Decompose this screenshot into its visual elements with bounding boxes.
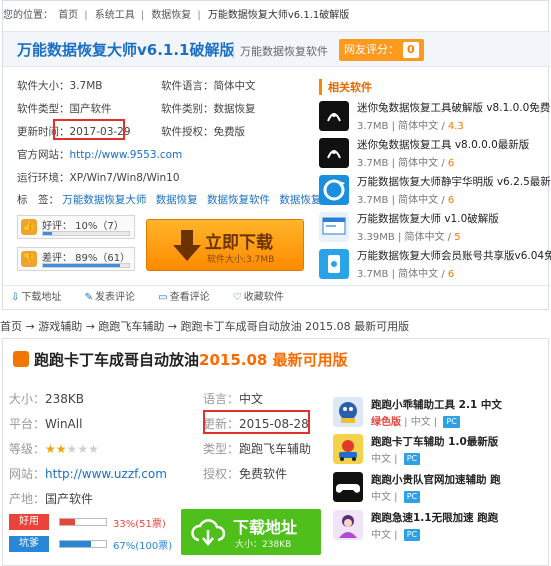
info-website: 官方网站：http://www.9553.com	[17, 149, 183, 161]
thumbs-down-icon: 👎	[21, 251, 37, 267]
action-bar: ⇩ 下载地址 ✎ 发表评论 ▭ 查看评论 ♡ 收藏软件	[3, 285, 550, 309]
comment-icon: ✎	[84, 292, 93, 303]
bad-vote-bar	[42, 263, 130, 268]
related-item[interactable]: 万能数据恢复大师静宇华明版 v6.2.5最新 3.7MB | 简体中文 / 6	[319, 174, 551, 208]
thumbs-up-icon: 👍	[21, 219, 37, 235]
breadcrumb-data-recovery[interactable]: 数据恢复	[151, 10, 191, 21]
good-vote-bar	[59, 518, 107, 526]
kart-game-icon	[333, 434, 363, 464]
download-icon: ⇩	[11, 292, 20, 303]
star-empty-icon: ★	[66, 442, 78, 456]
software-detail-panel-2: 跑跑卡丁车成哥自动放油2015.08 最新可用版 大小：238KB 语言：中文 …	[2, 338, 549, 566]
bad-vote-button[interactable]: 坑爹 67%(100票)	[9, 536, 179, 552]
breadcrumb-prefix: 您的位置：	[3, 10, 53, 21]
game-character-icon	[333, 397, 363, 427]
star-filled-icon: ★	[55, 442, 67, 456]
title-bar: 万能数据恢复大师v6.1.1破解版 万能数据恢复软件 网友评分： 0	[3, 31, 550, 67]
star-rating: ★★★★★	[45, 442, 99, 456]
good-vote-label: 好评： 10%（7）	[42, 221, 124, 232]
app-logo-icon	[319, 138, 349, 168]
view-comments-link[interactable]: ▭ 查看评论	[158, 292, 219, 303]
score-label: 网友评分：	[344, 43, 399, 56]
star-empty-icon: ★	[88, 442, 99, 456]
breadcrumb: 您的位置： 首页 | 系统工具 | 数据恢复 | 万能数据恢复大师v6.1.1破解版	[3, 10, 350, 21]
related-item[interactable]: 万能数据恢复大师 v1.0破解版 3.39MB | 简体中文 / 5	[319, 211, 549, 245]
breadcrumb-home[interactable]: 首页	[58, 10, 78, 21]
bad-vote-bar	[59, 540, 107, 548]
related-item[interactable]: 迷你兔数据恢复工具 v8.0.0.0最新版 3.7MB | 简体中文 / 6	[319, 137, 549, 171]
related-item[interactable]: 万能数据恢复大师会员账号共享版v6.04免 3.7MB | 简体中文 / 6	[319, 248, 551, 282]
bad-pct: 67%(100票)	[113, 541, 173, 552]
info-license: 授权：免费软件	[203, 467, 288, 481]
page-title: 万能数据恢复大师v6.1.1破解版	[17, 41, 235, 59]
download-size-label: 大小：238KB	[235, 540, 292, 550]
download-icon	[13, 351, 29, 367]
breadcrumb-system-tools[interactable]: 系统工具	[95, 10, 135, 21]
download-address-button[interactable]: 下载地址 大小：238KB	[181, 509, 321, 555]
good-badge: 好用	[9, 514, 49, 530]
tag-link[interactable]: 数据恢复软件	[207, 194, 270, 206]
info-license: 软件授权：免费版	[161, 126, 245, 138]
download-now-label: 立即下载	[205, 233, 273, 253]
related-item[interactable]: 跑跑卡丁车辅助 1.0最新版 中文 | PC	[333, 434, 548, 474]
website-link[interactable]: http://www.uzzf.com	[45, 467, 167, 481]
updated-highlight-box	[53, 119, 125, 140]
breadcrumb-2[interactable]: 首页 → 游戏辅助 → 跑跑飞车辅助 → 跑跑卡丁车成哥自动放油 2015.08…	[0, 318, 409, 334]
good-vote-button[interactable]: 👍 好评： 10%（7）	[17, 215, 135, 239]
download-address-link[interactable]: ⇩ 下载地址	[11, 292, 71, 303]
page-title-2: 跑跑卡丁车成哥自动放油2015.08 最新可用版	[13, 349, 348, 370]
download-arrow-icon	[173, 230, 201, 261]
bad-badge: 坑爹	[9, 536, 49, 552]
gamepad-icon	[333, 472, 363, 502]
info-size: 软件大小：3.7MB	[17, 80, 103, 92]
anime-character-icon	[333, 510, 363, 540]
info-category: 类型：跑跑飞车辅助	[203, 442, 312, 456]
download-address-label: 下载地址	[233, 518, 298, 537]
bad-vote-label: 差评： 89%（61）	[42, 253, 131, 264]
user-score-badge: 网友评分： 0	[339, 39, 424, 61]
heart-icon: ♡	[232, 292, 242, 303]
info-language: 软件语言：简体中文	[161, 80, 256, 92]
favorite-link[interactable]: ♡ 收藏软件	[233, 292, 294, 303]
info-category: 软件类别：数据恢复	[161, 103, 256, 115]
window-app-icon	[319, 212, 349, 242]
star-empty-icon: ★	[77, 442, 89, 456]
related-software-title: 相关软件	[319, 79, 372, 95]
info-size: 大小：238KB	[9, 392, 85, 406]
software-detail-panel-1: 您的位置： 首页 | 系统工具 | 数据恢复 | 万能数据恢复大师v6.1.1破解版 …	[2, 0, 551, 310]
related-item[interactable]: 跑跑小贵队官网加速辅助 跑 中文 | PC	[333, 472, 548, 512]
info-tags: 标 签： 万能数据恢复大师 数据恢复 数据恢复软件 数据恢复大	[17, 194, 332, 206]
tag-link[interactable]: 数据恢复	[156, 194, 198, 206]
bad-vote-button[interactable]: 👎 差评： 89%（61）	[17, 247, 135, 271]
info-rating: 等级：★★★★★	[9, 442, 99, 456]
info-type: 软件类型：国产软件	[17, 103, 112, 115]
updated-highlight-box	[203, 410, 310, 434]
tag-link[interactable]: 万能数据恢复大师	[62, 194, 146, 206]
post-comment-link[interactable]: ✎ 发表评论	[85, 292, 145, 303]
related-item[interactable]: 跑跑小乖辅助工具 2.1 中文 绿色版 | 中文 | PC	[333, 397, 548, 437]
good-vote-button[interactable]: 好用 33%(51票)	[9, 514, 179, 530]
download-size-label: 软件大小:3.7MB	[207, 255, 275, 265]
score-value: 0	[403, 42, 419, 58]
info-website: 网站：http://www.uzzf.com	[9, 467, 167, 481]
info-language: 语言：中文	[203, 392, 264, 406]
info-environment: 运行环境：XP/Win7/Win8/Win10	[17, 172, 180, 184]
recovery-app-icon	[319, 249, 349, 279]
app-logo-icon	[319, 101, 349, 131]
cloud-download-icon	[191, 519, 225, 546]
website-link[interactable]: http://www.9553.com	[70, 149, 183, 161]
breadcrumb-current: 万能数据恢复大师v6.1.1破解版	[207, 10, 350, 21]
info-platform: 平台：WinAll	[9, 417, 83, 431]
info-origin: 产地：国产软件	[9, 492, 94, 506]
star-filled-icon: ★	[45, 442, 56, 456]
good-vote-bar	[42, 231, 130, 236]
related-item[interactable]: 迷你兔数据恢复工具破解版 v8.1.0.0免费 3.7MB | 简体中文 / 4…	[319, 100, 550, 134]
page-subtitle: 万能数据恢复软件	[233, 43, 328, 59]
related-item[interactable]: 跑跑急速1.1无限加速 跑跑 中文 | PC	[333, 510, 548, 550]
good-pct: 33%(51票)	[113, 519, 166, 530]
view-icon: ▭	[158, 292, 168, 303]
download-now-button[interactable]: 立即下载 软件大小:3.7MB	[146, 219, 304, 271]
recovery-app-icon	[319, 175, 349, 205]
